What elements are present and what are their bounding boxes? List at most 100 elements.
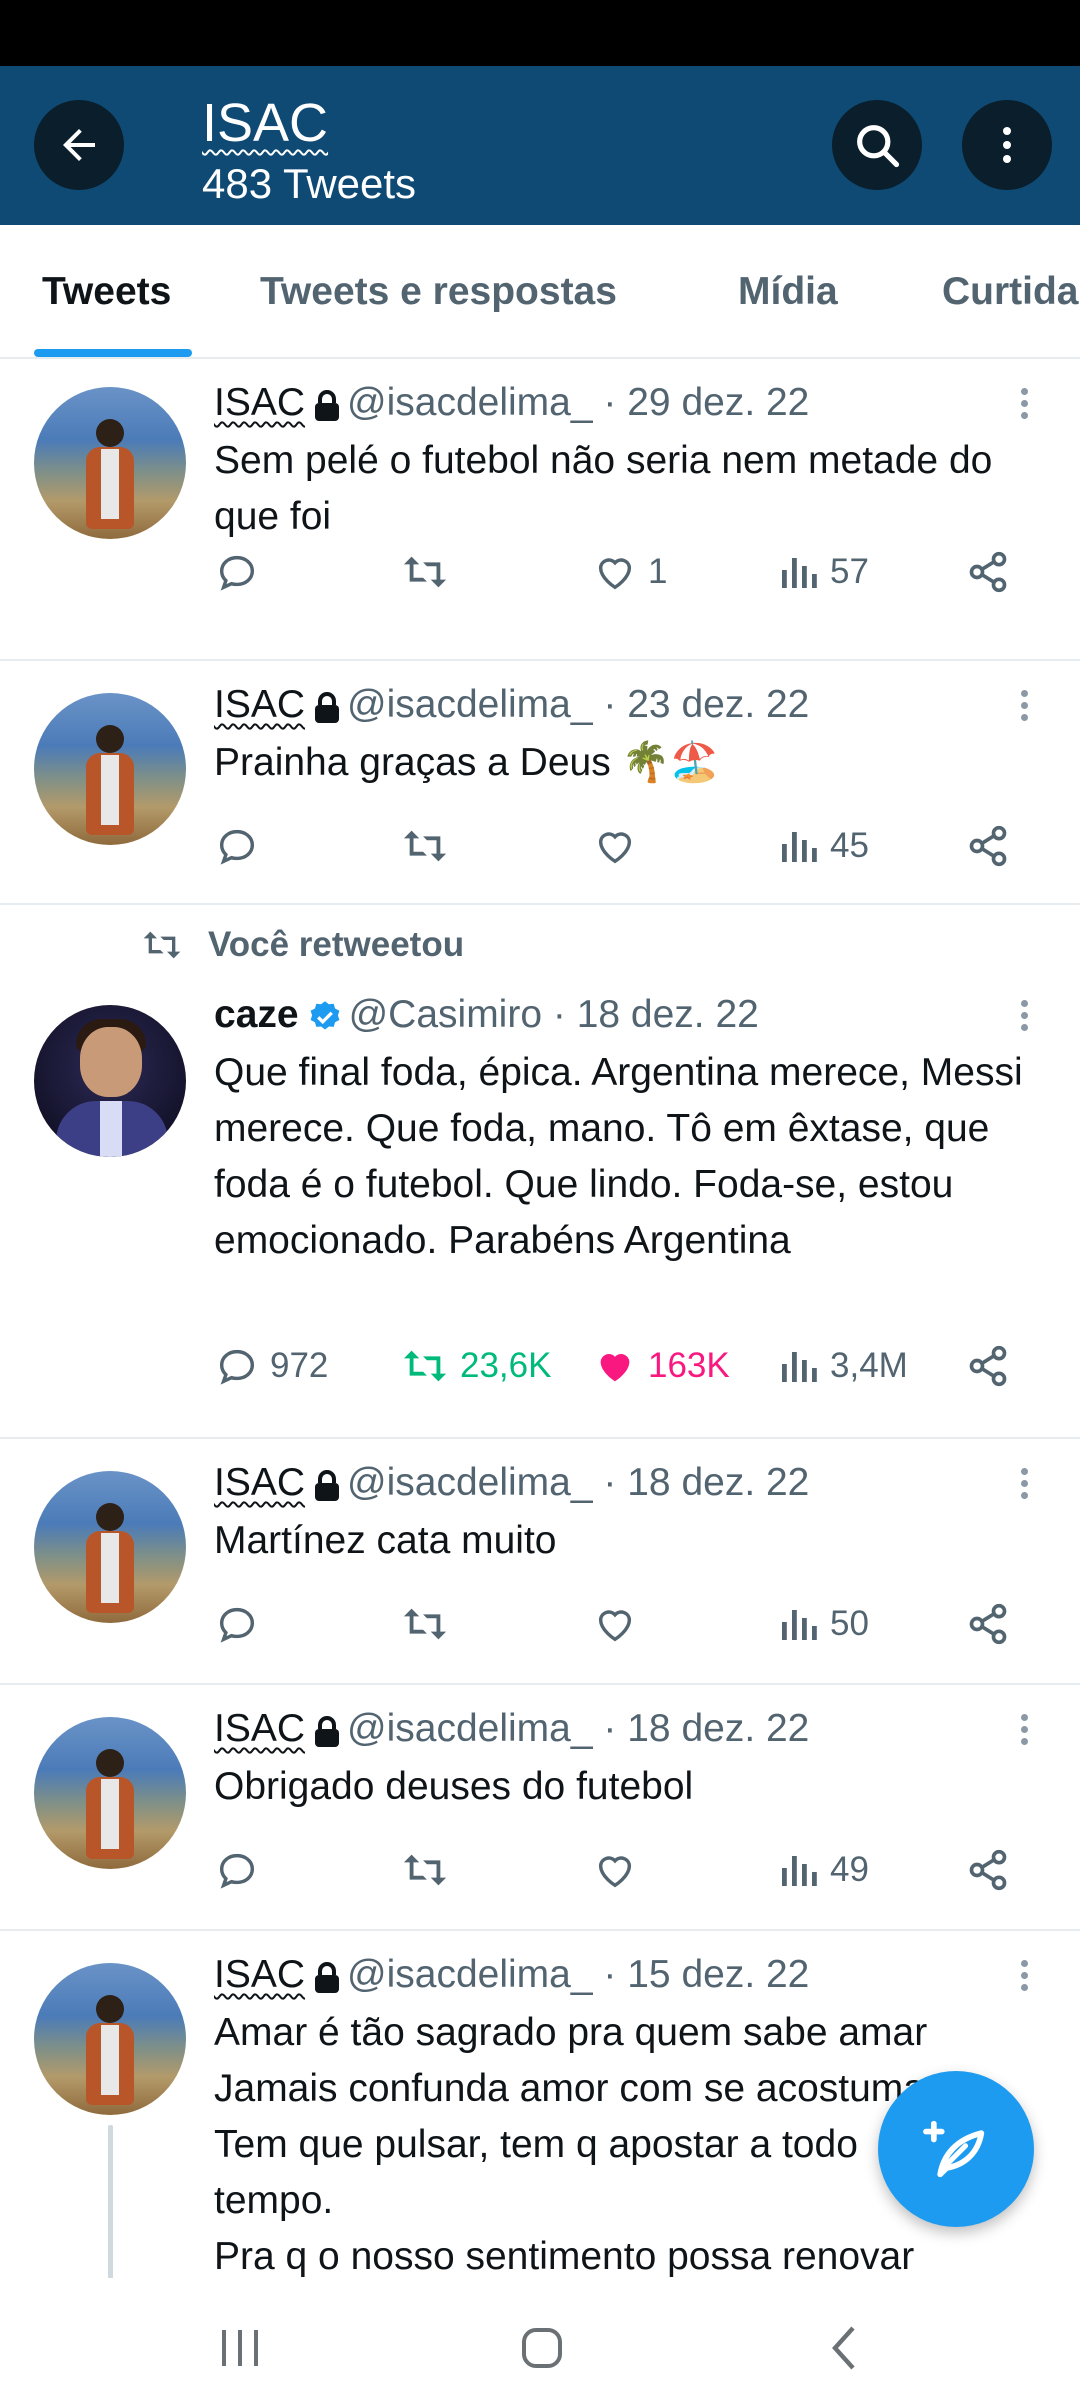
- reply-icon: [219, 1607, 255, 1643]
- tab-likes[interactable]: Curtidas: [942, 270, 1080, 314]
- like-button[interactable]: 163K: [592, 1341, 730, 1391]
- tweet-meta: ISAC @isacdelima_ · 18 dez. 22: [214, 1707, 809, 1751]
- tab-tweets[interactable]: Tweets: [42, 270, 171, 314]
- tweet-more-icon[interactable]: [1014, 687, 1034, 727]
- reply-count: 972: [270, 1346, 329, 1385]
- author-handle[interactable]: @isacdelima_: [347, 381, 593, 424]
- reply-button[interactable]: [214, 821, 260, 871]
- retweet-button[interactable]: 23,6K: [400, 1341, 551, 1391]
- tweet-date: · 23 dez. 22: [603, 683, 810, 726]
- share-icon: [969, 825, 1007, 867]
- author-name[interactable]: ISAC: [214, 1953, 305, 1996]
- tweet-more-icon[interactable]: [1014, 385, 1034, 425]
- author-handle[interactable]: @isacdelima_: [347, 1953, 593, 1996]
- retweet-button[interactable]: [400, 547, 450, 597]
- view-count: 50: [830, 1604, 869, 1643]
- reply-button[interactable]: 972: [214, 1341, 328, 1391]
- search-button[interactable]: [832, 100, 922, 190]
- share-icon: [969, 1603, 1007, 1645]
- views-button[interactable]: 57: [780, 547, 869, 597]
- author-name[interactable]: ISAC: [214, 683, 305, 726]
- arrow-left-icon: [63, 129, 95, 161]
- author-name[interactable]: ISAC: [214, 1707, 305, 1750]
- tweet-more-icon[interactable]: [1014, 1957, 1034, 1997]
- more-vertical-icon: [1003, 127, 1011, 163]
- reply-button[interactable]: [214, 1599, 260, 1649]
- tweet-more-icon[interactable]: [1014, 1711, 1034, 1751]
- views-chart-icon: [782, 558, 817, 588]
- reply-button[interactable]: [214, 1845, 260, 1895]
- avatar[interactable]: [34, 1471, 186, 1623]
- tweet-more-icon[interactable]: [1014, 997, 1034, 1037]
- author-name[interactable]: ISAC: [214, 1461, 305, 1504]
- status-bar: [0, 0, 1080, 66]
- more-options-button[interactable]: [962, 100, 1052, 190]
- author-handle[interactable]: @isacdelima_: [347, 1707, 593, 1750]
- like-count: 163K: [648, 1346, 730, 1385]
- back-nav-button[interactable]: [815, 2318, 875, 2378]
- avatar[interactable]: [34, 1005, 186, 1157]
- author-name[interactable]: ISAC: [214, 381, 305, 424]
- like-button[interactable]: [592, 821, 638, 871]
- share-icon: [969, 551, 1007, 593]
- retweet-button[interactable]: [400, 1599, 450, 1649]
- tweet[interactable]: Você retweetou caze @Casimiro · 18 dez. 2…: [0, 905, 1080, 1439]
- tweet[interactable]: ISAC @isacdelima_ · 29 dez. 22 Sem pelé o…: [0, 359, 1080, 661]
- compose-tweet-button[interactable]: [878, 2071, 1034, 2227]
- avatar[interactable]: [34, 387, 186, 539]
- thread-connector: [108, 2125, 113, 2285]
- share-button[interactable]: [966, 1845, 1010, 1895]
- tweet[interactable]: ISAC @isacdelima_ · 18 dez. 22 Obrigado d…: [0, 1685, 1080, 1931]
- views-button[interactable]: 3,4M: [780, 1341, 908, 1391]
- lock-icon: [315, 1715, 340, 1747]
- retweet-icon: [403, 1854, 447, 1886]
- like-count: 1: [648, 552, 668, 591]
- back-button[interactable]: [34, 100, 124, 190]
- tweet-actions: 1 57: [214, 547, 1034, 597]
- share-button[interactable]: [966, 547, 1010, 597]
- like-button[interactable]: 1: [592, 547, 667, 597]
- views-button[interactable]: 49: [780, 1845, 869, 1895]
- avatar[interactable]: [34, 1717, 186, 1869]
- tweet-actions: 50: [214, 1599, 1034, 1649]
- retweet-button[interactable]: [400, 1845, 450, 1895]
- views-button[interactable]: 45: [780, 821, 869, 871]
- tweet[interactable]: ISAC @isacdelima_ · 23 dez. 22 Prainha gr…: [0, 661, 1080, 905]
- reply-icon: [219, 1853, 255, 1889]
- system-navigation-bar: [0, 2278, 1080, 2408]
- compose-tweet-icon: [923, 2120, 985, 2178]
- home-button[interactable]: [512, 2318, 572, 2378]
- like-button[interactable]: [592, 1845, 638, 1895]
- like-button[interactable]: [592, 1599, 638, 1649]
- lock-icon: [315, 1961, 340, 1993]
- retweet-label-text: Você retweetou: [208, 925, 465, 964]
- reply-button[interactable]: [214, 547, 260, 597]
- avatar[interactable]: [34, 693, 186, 845]
- views-button[interactable]: 50: [780, 1599, 869, 1649]
- tab-tweets-and-replies[interactable]: Tweets e respostas: [260, 270, 617, 314]
- retweet-button[interactable]: [400, 821, 450, 871]
- recent-apps-button[interactable]: [210, 2318, 270, 2378]
- retweet-icon: [403, 556, 447, 588]
- tweet-meta: caze @Casimiro · 18 dez. 22: [214, 993, 759, 1037]
- avatar[interactable]: [34, 1963, 186, 2115]
- author-handle[interactable]: @isacdelima_: [347, 683, 593, 726]
- tweet-more-icon[interactable]: [1014, 1465, 1034, 1505]
- tweet-meta: ISAC @isacdelima_ · 18 dez. 22: [214, 1461, 809, 1505]
- author-handle[interactable]: @isacdelima_: [347, 1461, 593, 1504]
- author-handle[interactable]: @Casimiro: [349, 993, 542, 1036]
- tweet-date: · 29 dez. 22: [603, 381, 810, 424]
- heart-icon: [598, 558, 632, 590]
- reply-icon: [219, 555, 255, 591]
- tab-media[interactable]: Mídia: [738, 270, 838, 314]
- tweet[interactable]: ISAC @isacdelima_ · 18 dez. 22 Martínez c…: [0, 1439, 1080, 1685]
- views-chart-icon: [782, 1352, 817, 1382]
- share-button[interactable]: [966, 1599, 1010, 1649]
- author-name[interactable]: caze: [214, 993, 299, 1036]
- reply-icon: [219, 829, 255, 865]
- view-count: 45: [830, 826, 869, 865]
- share-button[interactable]: [966, 1341, 1010, 1391]
- heart-icon: [598, 1856, 632, 1888]
- home-icon: [522, 2328, 562, 2368]
- share-button[interactable]: [966, 821, 1010, 871]
